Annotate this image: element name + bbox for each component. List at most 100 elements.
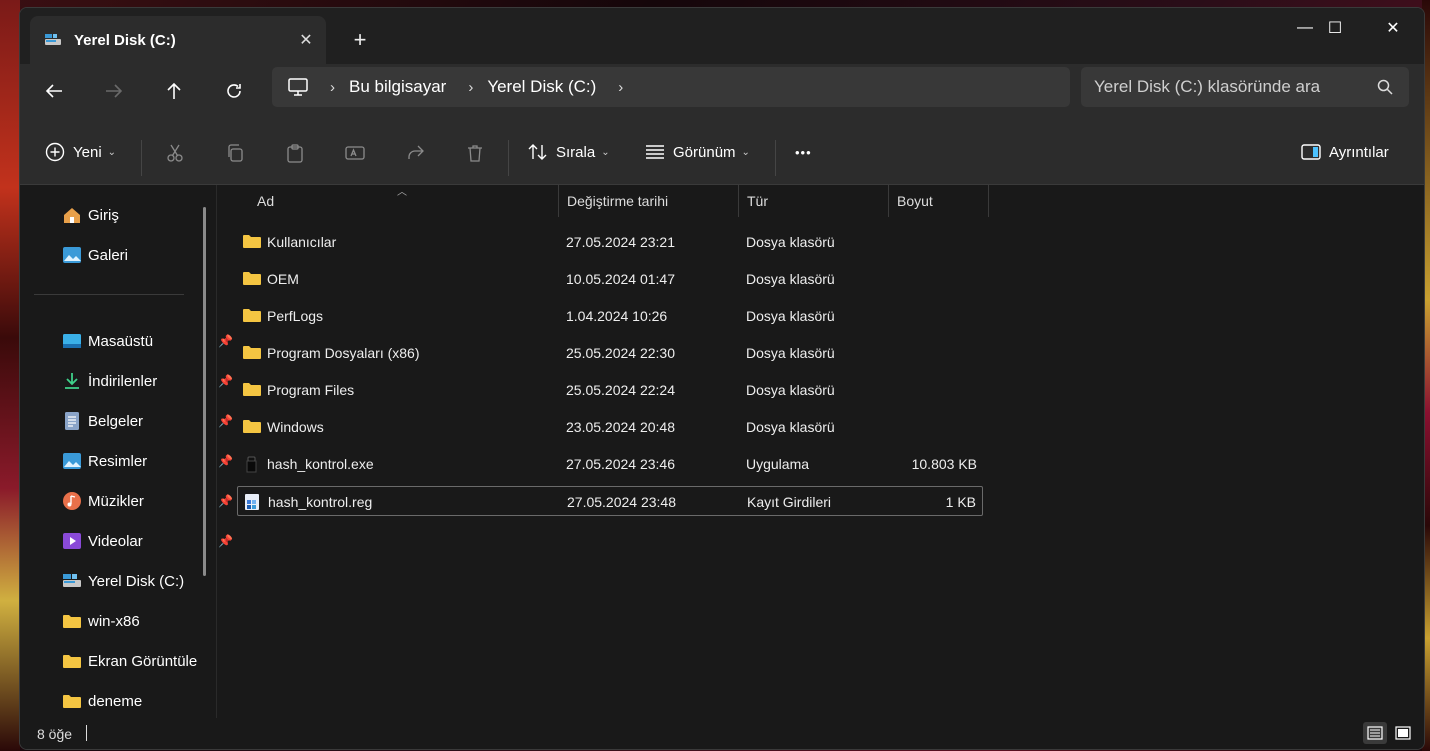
up-button[interactable] (157, 74, 191, 108)
sidebar-item-screenshots[interactable]: Ekran Görüntüle (62, 649, 202, 673)
file-type: Dosya klasörü (746, 308, 835, 324)
toolbar-divider (141, 140, 142, 176)
address-bar[interactable]: › Bu bilgisayar › Yerel Disk (C:) › (272, 67, 1070, 107)
folder-icon (242, 381, 261, 397)
sort-ascending-icon: ︿ (397, 187, 407, 198)
sidebar-item-downloads[interactable]: İndirilenler 📌 (62, 369, 233, 393)
file-name: hash_kontrol.reg (268, 494, 373, 510)
column-divider[interactable] (888, 185, 889, 217)
sort-button[interactable]: Sırala ⌄ (528, 135, 610, 169)
tab-yerel-disk[interactable]: Yerel Disk (C:) ✕ (30, 16, 326, 64)
file-type: Kayıt Girdileri (747, 494, 832, 510)
navigation-pane: Giriş Galeri Masaüstü 📌 İndirilenler 📌 B… (20, 185, 233, 718)
refresh-button[interactable] (217, 74, 251, 108)
file-type: Dosya klasörü (746, 419, 835, 435)
computer-icon (288, 78, 308, 96)
sidebar-item-desktop[interactable]: Masaüstü 📌 (62, 329, 233, 353)
folder-icon (242, 344, 261, 360)
refresh-icon (227, 84, 241, 98)
maximize-button[interactable]: ☐ (1306, 8, 1364, 48)
column-divider[interactable] (558, 185, 559, 217)
share-button[interactable] (402, 140, 428, 166)
cut-button[interactable] (162, 140, 188, 166)
delete-button[interactable] (462, 140, 488, 166)
close-tab-icon[interactable]: ✕ (294, 28, 318, 52)
sidebar-item-music[interactable]: Müzikler 📌 (62, 489, 233, 513)
tab-title: Yerel Disk (C:) (74, 31, 176, 49)
sort-button-label: Sırala (556, 143, 596, 161)
folder-icon (242, 307, 261, 323)
sidebar-item-videos[interactable]: Videolar 📌 (62, 529, 233, 553)
file-row[interactable]: PerfLogs 1.04.2024 10:26 Dosya klasörü (237, 301, 983, 331)
file-name: Kullanıcılar (267, 234, 337, 250)
scissors-icon (167, 144, 183, 162)
file-date: 10.05.2024 01:47 (566, 271, 675, 287)
view-button[interactable]: Görünüm ⌄ (645, 135, 750, 169)
view-lines-icon (646, 145, 664, 159)
new-button[interactable]: Yeni ⌄ (45, 135, 116, 169)
column-divider[interactable] (738, 185, 739, 217)
back-button[interactable] (37, 74, 71, 108)
forward-arrow-icon (106, 84, 123, 98)
file-row[interactable]: hash_kontrol.exe 27.05.2024 23:46 Uygulama… (237, 449, 983, 479)
search-box[interactable]: Yerel Disk (C:) klasöründe ara (1081, 67, 1409, 107)
file-type: Dosya klasörü (746, 345, 835, 361)
search-icon[interactable] (1377, 79, 1393, 95)
file-name: OEM (267, 271, 299, 287)
forward-button[interactable] (97, 74, 131, 108)
breadcrumb-separator[interactable]: › (330, 79, 335, 96)
file-row[interactable]: Kullanıcılar 27.05.2024 23:21 Dosya klasör… (237, 227, 983, 257)
sidebar-item-pictures[interactable]: Resimler 📌 (62, 449, 233, 473)
column-header-type[interactable]: Tür (747, 185, 768, 217)
sidebar-item-home[interactable]: Giriş (62, 203, 202, 227)
breadcrumb-local-disk[interactable]: Yerel Disk (C:) (487, 77, 596, 97)
desktop-wallpaper-left (0, 0, 20, 751)
home-icon (62, 205, 82, 225)
details-button[interactable]: Ayrıntılar (1301, 135, 1389, 169)
sidebar-item-local-disk[interactable]: Yerel Disk (C:) (62, 569, 202, 593)
file-row[interactable]: Program Dosyaları (x86) 25.05.2024 22:30 D… (237, 338, 983, 368)
exe-icon (242, 455, 260, 473)
clipboard-icon (287, 144, 303, 163)
column-header-date[interactable]: Değiştirme tarihi (567, 185, 668, 217)
close-window-button[interactable]: ✕ (1364, 8, 1422, 48)
column-header-size[interactable]: Boyut (897, 185, 933, 217)
sidebar-item-gallery[interactable]: Galeri (62, 243, 202, 267)
back-arrow-icon (45, 84, 62, 98)
file-size: 1 KB (945, 494, 976, 510)
file-size: 10.803 KB (911, 456, 977, 472)
list-view-icon (1367, 726, 1383, 740)
file-row[interactable]: Windows 23.05.2024 20:48 Dosya klasörü (237, 412, 983, 442)
copy-button[interactable] (222, 140, 248, 166)
sidebar-item-label: İndirilenler (88, 372, 158, 390)
tiles-view-button[interactable] (1391, 722, 1415, 744)
breadcrumb-this-pc[interactable]: Bu bilgisayar (349, 77, 446, 97)
column-header-name[interactable]: Ad (257, 185, 274, 217)
sidebar-item-label: Müzikler (88, 492, 144, 510)
sidebar-scrollbar[interactable] (203, 207, 206, 576)
navigation-bar: › Bu bilgisayar › Yerel Disk (C:) › Yere… (20, 64, 1424, 118)
sidebar-item-deneme[interactable]: deneme (62, 689, 202, 713)
toolbar-divider (508, 140, 509, 176)
sidebar-item-win-x86[interactable]: win-x86 (62, 609, 202, 633)
new-tab-button[interactable]: + (346, 26, 374, 54)
sidebar-item-documents[interactable]: Belgeler 📌 (62, 409, 233, 433)
file-row[interactable]: Program Files 25.05.2024 22:24 Dosya klasö… (237, 375, 983, 405)
sidebar-item-label: Videolar (88, 532, 143, 550)
file-name: hash_kontrol.exe (267, 456, 374, 472)
rename-button[interactable] (342, 140, 368, 166)
search-input[interactable]: Yerel Disk (C:) klasöründe ara (1094, 77, 1377, 97)
breadcrumb-separator[interactable]: › (468, 79, 473, 96)
command-bar: Yeni ⌄ Sırala ⌄ Görünüm ⌄ ••• Ayrıntılar (20, 118, 1424, 185)
copy-icon (228, 144, 243, 162)
details-view-button[interactable] (1363, 722, 1387, 744)
breadcrumb-separator[interactable]: › (618, 79, 623, 96)
paste-button[interactable] (282, 140, 308, 166)
chevron-down-icon: ⌄ (107, 146, 117, 158)
file-row[interactable]: OEM 10.05.2024 01:47 Dosya klasörü (237, 264, 983, 294)
file-row[interactable]: hash_kontrol.reg 27.05.2024 23:48 Kayıt Gi… (237, 486, 983, 516)
rename-icon (345, 146, 365, 160)
videos-icon (62, 531, 82, 551)
more-options-button[interactable]: ••• (795, 135, 812, 169)
column-divider[interactable] (988, 185, 989, 217)
